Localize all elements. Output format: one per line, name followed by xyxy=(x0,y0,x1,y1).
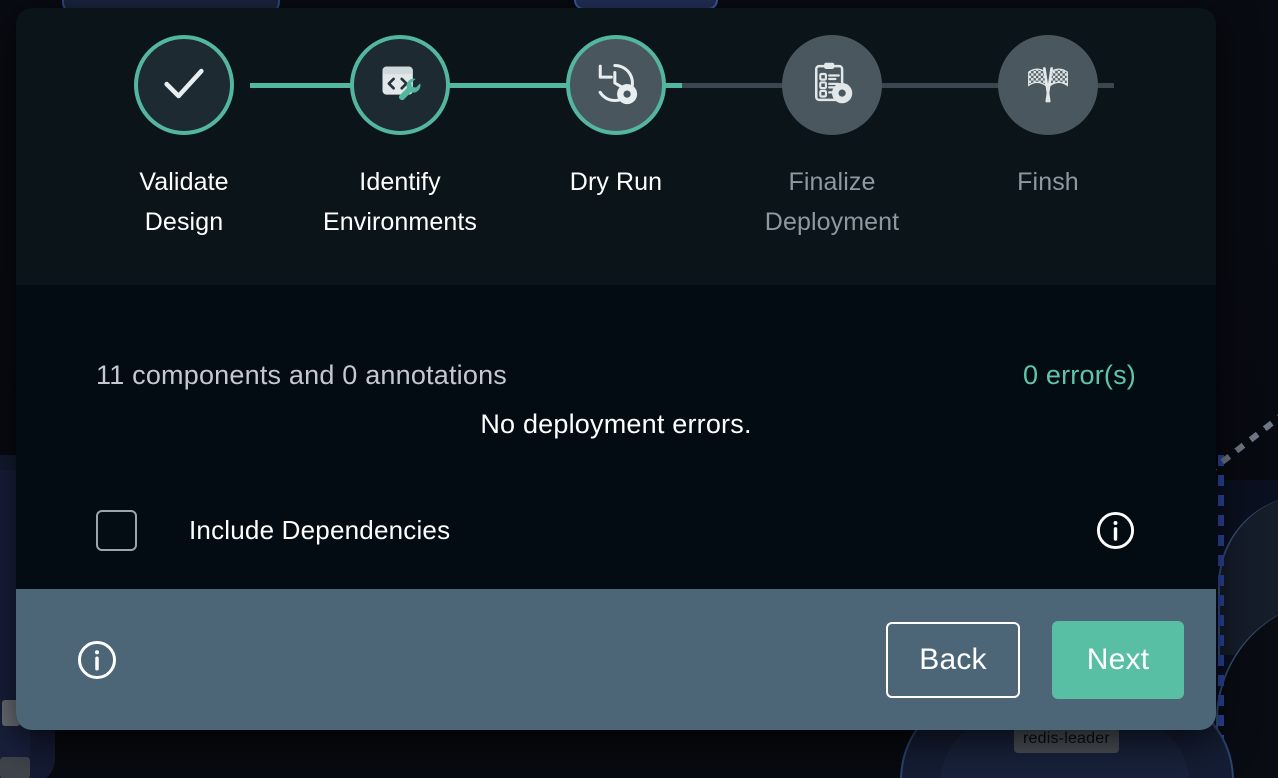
stepper-step-identify-environments[interactable]: Identify Environments xyxy=(292,35,508,242)
stepper-steps: Validate Design xyxy=(16,8,1216,242)
stepper-step-finish[interactable]: Finsh xyxy=(940,35,1156,242)
footer-buttons: Back Next xyxy=(886,621,1184,699)
step-label-validate-design: Validate Design xyxy=(139,162,228,242)
step-circle-finalize-deployment[interactable] xyxy=(782,35,882,135)
include-dependencies-checkbox[interactable] xyxy=(96,510,137,551)
step-circle-dry-run[interactable] xyxy=(566,35,666,135)
error-count-text: 0 error(s) xyxy=(1023,360,1136,391)
back-button[interactable]: Back xyxy=(886,622,1020,698)
footer-info-circle-icon[interactable] xyxy=(76,639,118,681)
clipboard-gear-icon xyxy=(805,56,859,115)
check-icon xyxy=(158,57,210,114)
step-label-dry-run: Dry Run xyxy=(570,162,662,202)
stepper-step-validate-design[interactable]: Validate Design xyxy=(76,35,292,242)
background-dashed-diagonal xyxy=(1206,403,1278,475)
stepper-step-finalize-deployment[interactable]: Finalize Deployment xyxy=(724,35,940,242)
step-label-identify-environments: Identify Environments xyxy=(323,162,477,242)
info-circle-icon[interactable] xyxy=(1095,510,1136,551)
deployment-wizard-dialog: Validate Design xyxy=(16,8,1216,730)
component-count-text: 11 components and 0 annotations xyxy=(96,360,507,391)
checkered-flags-icon xyxy=(1019,54,1077,117)
step-circle-identify-environments[interactable] xyxy=(350,35,450,135)
background-small-box-a xyxy=(0,757,30,778)
code-wrench-icon xyxy=(372,55,428,116)
next-button[interactable]: Next xyxy=(1052,621,1184,699)
step-label-finalize-deployment: Finalize Deployment xyxy=(765,162,899,242)
include-dependencies-label: Include Dependencies xyxy=(189,515,450,546)
summary-row: 11 components and 0 annotations 0 error(… xyxy=(96,285,1136,391)
wizard-stepper: Validate Design xyxy=(16,8,1216,285)
step-label-finish: Finsh xyxy=(1017,162,1079,202)
step-circle-validate-design[interactable] xyxy=(134,35,234,135)
step-circle-finish[interactable] xyxy=(998,35,1098,135)
wizard-body: 11 components and 0 annotations 0 error(… xyxy=(16,285,1216,589)
app-root: redis-leader xyxy=(0,0,1278,778)
include-dependencies-row: Include Dependencies xyxy=(96,510,1136,551)
background-node-label: redis-leader xyxy=(1014,727,1119,753)
deployment-status-message: No deployment errors. xyxy=(96,409,1136,440)
stepper-step-dry-run[interactable]: Dry Run xyxy=(508,35,724,242)
wizard-footer: Back Next xyxy=(16,589,1216,730)
history-gear-icon xyxy=(588,55,644,116)
